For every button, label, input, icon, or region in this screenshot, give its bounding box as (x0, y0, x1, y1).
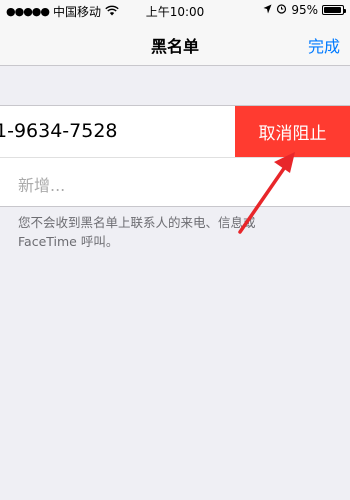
location-arrow-icon (263, 3, 272, 17)
navigation-bar: 黑名单 完成 (0, 20, 350, 66)
status-right: 95% (263, 3, 346, 17)
blocked-contact-row[interactable]: 1-9634-7528 取消阻止 (0, 106, 350, 158)
battery-icon (322, 5, 346, 15)
alarm-clock-icon (276, 3, 287, 17)
battery-fill (324, 7, 341, 13)
blocklist-footnote: 您不会收到黑名单上联系人的来电、信息或 FaceTime 呼叫。 (18, 215, 256, 249)
add-new-row[interactable]: 新增... (0, 158, 350, 206)
page-title: 黑名单 (150, 37, 199, 56)
add-new-label: 新增... (18, 176, 66, 195)
done-button[interactable]: 完成 (308, 33, 340, 57)
blocked-list: 1-9634-7528 取消阻止 新增... (0, 105, 350, 207)
battery-percent: 95% (291, 3, 318, 17)
unblock-button[interactable]: 取消阻止 (235, 106, 350, 157)
status-bar: ●●●●● 中国移动 上午10:00 95% (0, 0, 350, 20)
blocked-phone-number: 1-9634-7528 (0, 120, 118, 142)
